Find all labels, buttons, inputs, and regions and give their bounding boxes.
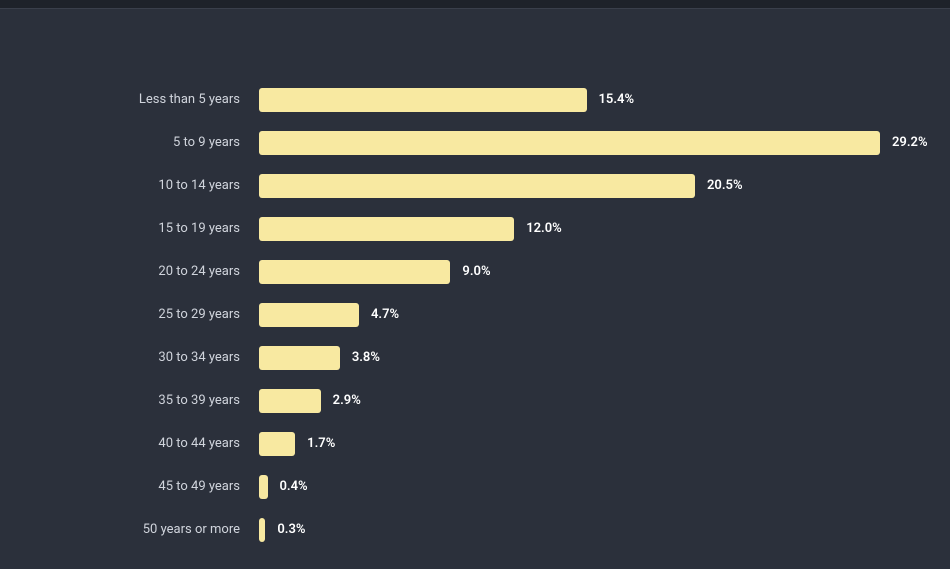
bar-track: 3.8% xyxy=(259,346,880,370)
bar-track: 1.7% xyxy=(259,432,880,456)
bar-value-label: 4.7% xyxy=(371,307,399,322)
bar-value-label: 2.9% xyxy=(333,393,361,408)
bar-value-label: 20.5% xyxy=(707,178,743,193)
header-divider xyxy=(0,8,950,9)
bar-track: 15.4% xyxy=(259,88,880,112)
bar-category-label: 50 years or more xyxy=(0,522,259,537)
bar-value-label: 1.7% xyxy=(307,436,335,451)
bar-fill xyxy=(259,389,321,413)
bar-fill xyxy=(259,303,359,327)
bar-value-label: 3.8% xyxy=(352,350,380,365)
bar-category-label: Less than 5 years xyxy=(0,92,259,107)
bar-track: 29.2% xyxy=(259,131,880,155)
bar-fill xyxy=(259,260,450,284)
bar-fill xyxy=(259,432,295,456)
bar-fill xyxy=(259,174,695,198)
bar-track: 4.7% xyxy=(259,303,880,327)
bar-category-label: 30 to 34 years xyxy=(0,350,259,365)
bar-fill xyxy=(259,217,514,241)
bar-track: 12.0% xyxy=(259,217,880,241)
bar-category-label: 15 to 19 years xyxy=(0,221,259,236)
bar-value-label: 12.0% xyxy=(526,221,562,236)
bar-row: 30 to 34 years 3.8% xyxy=(0,336,880,379)
bar-fill xyxy=(259,518,265,542)
bar-fill xyxy=(259,88,587,112)
bar-row: 50 years or more 0.3% xyxy=(0,508,880,551)
bar-track: 9.0% xyxy=(259,260,880,284)
bar-value-label: 15.4% xyxy=(599,92,635,107)
bar-row: 10 to 14 years 20.5% xyxy=(0,164,880,207)
bar-category-label: 25 to 29 years xyxy=(0,307,259,322)
bar-value-label: 29.2% xyxy=(892,135,928,150)
bar-category-label: 5 to 9 years xyxy=(0,135,259,150)
header-strip xyxy=(0,0,950,8)
bar-row: 45 to 49 years 0.4% xyxy=(0,465,880,508)
bar-fill xyxy=(259,131,880,155)
bar-track: 20.5% xyxy=(259,174,880,198)
bar-track: 2.9% xyxy=(259,389,880,413)
bar-row: 15 to 19 years 12.0% xyxy=(0,207,880,250)
bar-category-label: 35 to 39 years xyxy=(0,393,259,408)
bar-row: 5 to 9 years 29.2% xyxy=(0,121,880,164)
bar-category-label: 40 to 44 years xyxy=(0,436,259,451)
bar-category-label: 45 to 49 years xyxy=(0,479,259,494)
bar-row: 20 to 24 years 9.0% xyxy=(0,250,880,293)
bar-value-label: 0.4% xyxy=(280,479,308,494)
bar-value-label: 0.3% xyxy=(277,522,305,537)
bar-chart: Less than 5 years 15.4% 5 to 9 years 29.… xyxy=(0,78,950,551)
bar-fill xyxy=(259,346,340,370)
bar-category-label: 10 to 14 years xyxy=(0,178,259,193)
bar-row: 35 to 39 years 2.9% xyxy=(0,379,880,422)
bar-row: 25 to 29 years 4.7% xyxy=(0,293,880,336)
bar-fill xyxy=(259,475,268,499)
bar-value-label: 9.0% xyxy=(462,264,490,279)
bar-row: 40 to 44 years 1.7% xyxy=(0,422,880,465)
bar-category-label: 20 to 24 years xyxy=(0,264,259,279)
bar-track: 0.4% xyxy=(259,475,880,499)
bar-track: 0.3% xyxy=(259,518,880,542)
bar-row: Less than 5 years 15.4% xyxy=(0,78,880,121)
